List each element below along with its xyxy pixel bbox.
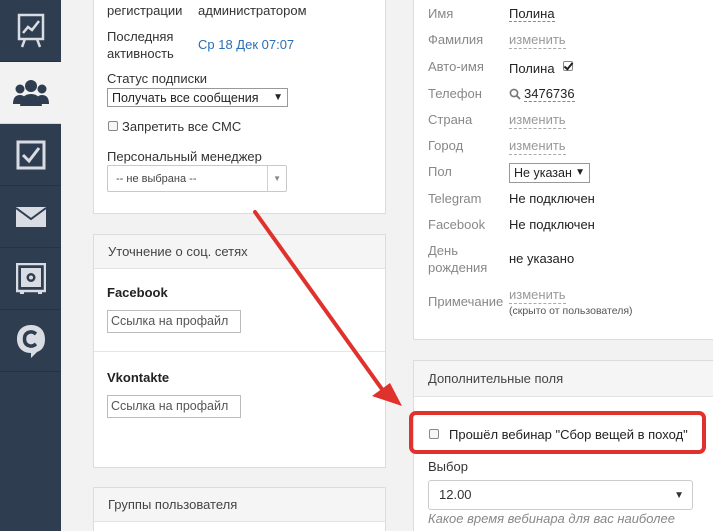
annotation-arrow <box>253 210 402 406</box>
